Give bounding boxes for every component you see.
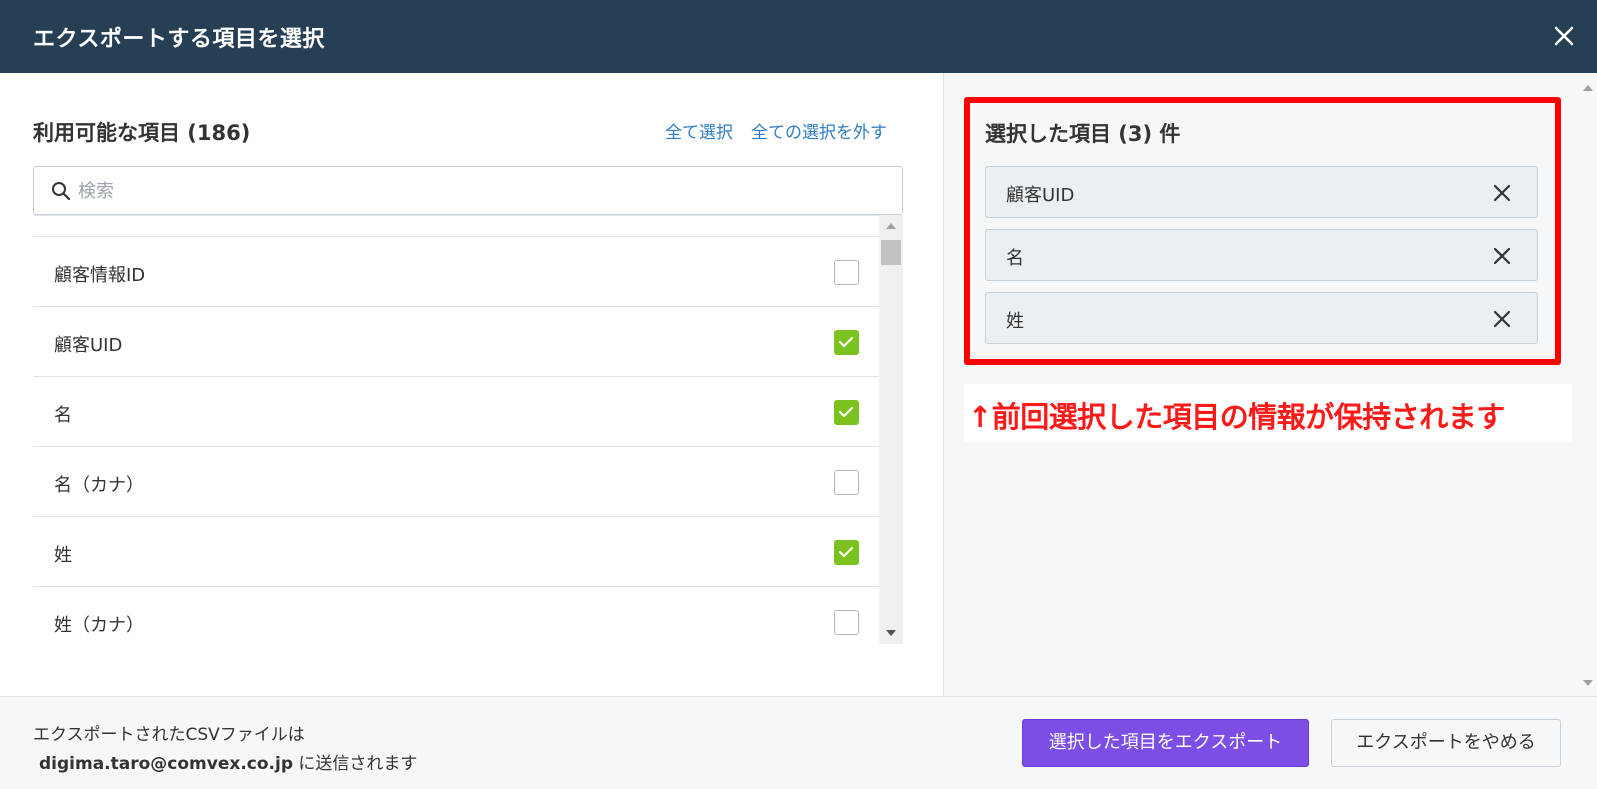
checkbox-checked[interactable] xyxy=(834,540,859,565)
selected-chip: 名 xyxy=(985,229,1538,281)
checkbox[interactable] xyxy=(834,470,859,495)
available-items-list: 顧客情報ID 顧客UID 名 名（カナ） 姓 姓（カナ） xyxy=(33,215,879,644)
search-box xyxy=(33,166,903,215)
list-item[interactable]: 姓 xyxy=(33,517,879,587)
selected-chip-label: 姓 xyxy=(1006,311,1024,332)
close-icon[interactable] xyxy=(1548,20,1580,52)
available-items-title: 利用可能な項目 (186) xyxy=(33,121,251,145)
scroll-down-arrow-icon[interactable] xyxy=(886,630,896,636)
remove-icon[interactable] xyxy=(1492,246,1512,266)
checkbox-checked[interactable] xyxy=(834,400,859,425)
deselect-all-link[interactable]: 全ての選択を外す xyxy=(751,118,887,143)
list-item[interactable]: 顧客UID xyxy=(33,307,879,377)
selected-chip: 顧客UID xyxy=(985,166,1538,218)
list-top-partial-row xyxy=(33,216,879,237)
select-all-link[interactable]: 全て選択 xyxy=(665,118,733,143)
list-item-label: 名（カナ） xyxy=(54,475,144,496)
annotation-text: ↑前回選択した項目の情報が保持されます xyxy=(968,400,1505,434)
selected-chip-label: 名 xyxy=(1006,248,1024,269)
dialog-header: エクスポートする項目を選択 xyxy=(0,0,1597,73)
list-item[interactable]: 姓（カナ） xyxy=(33,587,879,644)
cancel-export-button[interactable]: エクスポートをやめる xyxy=(1331,719,1561,767)
checkbox-checked[interactable] xyxy=(834,330,859,355)
checkbox[interactable] xyxy=(834,260,859,285)
footer-message: エクスポートされたCSVファイルは xyxy=(33,725,305,745)
check-icon xyxy=(838,406,854,418)
scroll-down-arrow-icon[interactable] xyxy=(1583,680,1593,686)
list-item[interactable]: 顧客情報ID xyxy=(33,237,879,307)
selected-items-title: 選択した項目 (3) 件 xyxy=(985,122,1181,146)
list-item-label: 名 xyxy=(54,405,72,426)
footer-message-suffix: に送信されます xyxy=(293,754,418,774)
list-item-label: 姓 xyxy=(54,545,72,566)
remove-icon[interactable] xyxy=(1492,183,1512,203)
dialog-footer: エクスポートされたCSVファイルは digima.taro@comvex.co.… xyxy=(0,696,1597,789)
selected-chip-label: 顧客UID xyxy=(1006,185,1075,206)
check-icon xyxy=(838,336,854,348)
checkbox[interactable] xyxy=(834,610,859,635)
list-item-label: 姓（カナ） xyxy=(54,615,144,636)
footer-recipient: digima.taro@comvex.co.jp に送信されます xyxy=(39,749,417,774)
scroll-up-arrow-icon[interactable] xyxy=(1583,85,1593,91)
list-scrollbar[interactable] xyxy=(879,215,903,644)
annotation-callout: ↑前回選択した項目の情報が保持されます xyxy=(964,384,1572,442)
list-item-label: 顧客情報ID xyxy=(54,265,146,286)
export-selected-button[interactable]: 選択した項目をエクスポート xyxy=(1022,719,1309,767)
remove-icon[interactable] xyxy=(1492,309,1512,329)
search-input[interactable] xyxy=(78,175,878,207)
scroll-thumb[interactable] xyxy=(881,240,901,265)
list-item[interactable]: 名 xyxy=(33,377,879,447)
dialog-title: エクスポートする項目を選択 xyxy=(33,27,325,52)
check-icon xyxy=(838,546,854,558)
scroll-up-arrow-icon[interactable] xyxy=(886,223,896,229)
recipient-email: digima.taro@comvex.co.jp xyxy=(39,754,294,774)
list-item[interactable]: 名（カナ） xyxy=(33,447,879,517)
search-icon xyxy=(50,180,72,202)
panel-scrollbar[interactable] xyxy=(1578,73,1597,696)
list-item-label: 顧客UID xyxy=(54,335,123,356)
selected-chip: 姓 xyxy=(985,292,1538,344)
